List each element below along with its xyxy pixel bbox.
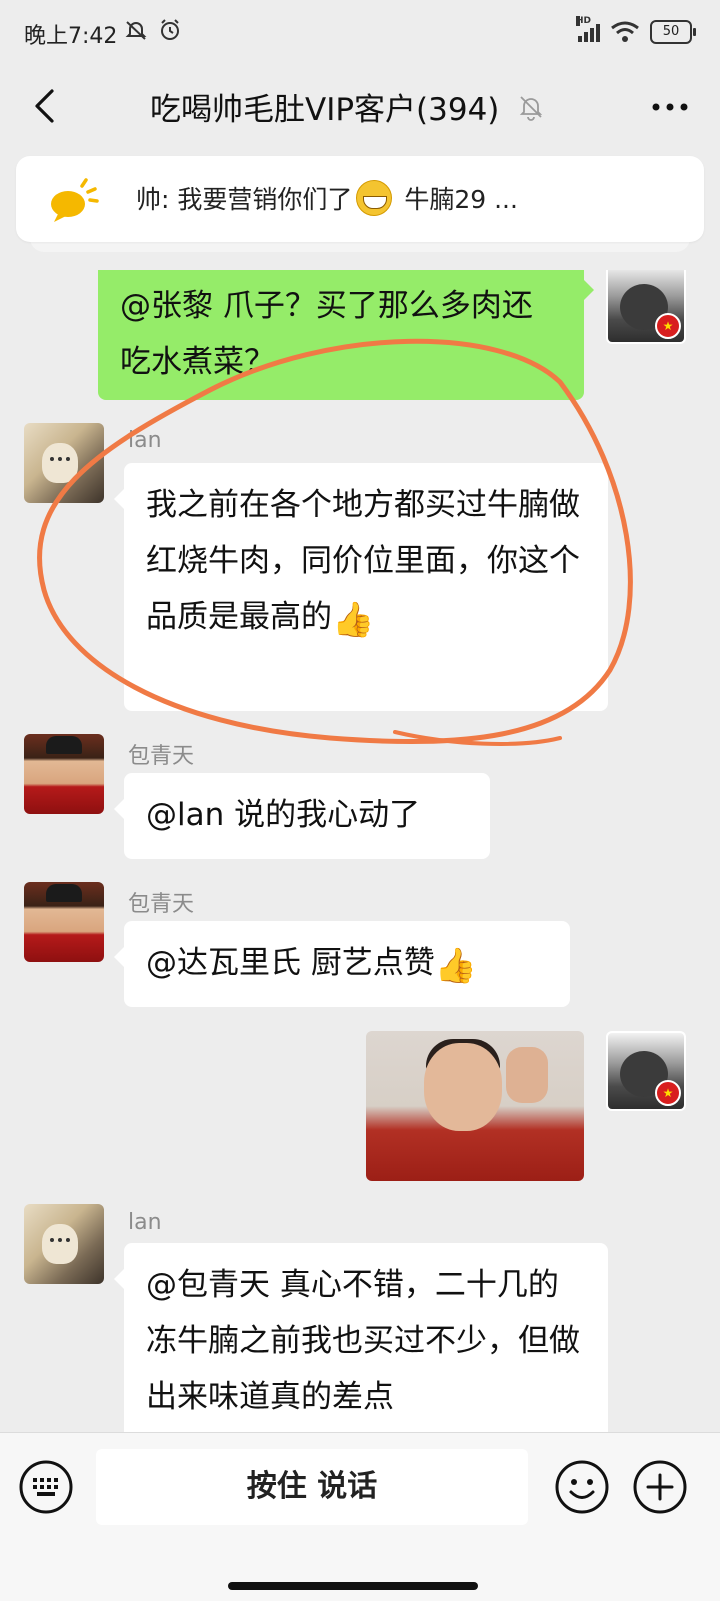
self-avatar[interactable]: ★ — [606, 270, 686, 344]
pinned-notice[interactable]: 帅: 我要营销你们了 牛腩29 ... — [16, 156, 704, 242]
chat-header: 吃喝帅毛肚VIP客户(394) — [0, 64, 720, 150]
incoming-message-bubble[interactable]: 我之前在各个地方都买过牛腩做红烧牛肉，同价位里面，你这个品质是最高的👍 — [114, 463, 608, 711]
thumbs-up-icon: 👍 — [434, 946, 478, 986]
chat-message-list[interactable]: @张黎 爪子？买了那么多肉还吃水煮菜？ ★ lan 我之前在各个地方都买过牛腩做… — [0, 270, 720, 1455]
chat-title: 吃喝帅毛肚VIP客户(394) — [150, 92, 500, 128]
network-label: HD — [576, 16, 592, 26]
avatar-bao-qingtian[interactable] — [24, 882, 104, 962]
mute-bell-icon — [125, 21, 147, 40]
flag-badge-icon: ★ — [655, 313, 681, 339]
avatar-lan[interactable] — [24, 423, 104, 503]
status-notification-icons — [124, 18, 182, 42]
message-text: @达瓦里氏 厨艺点赞 — [146, 945, 435, 981]
outgoing-image-message[interactable] — [366, 1031, 584, 1181]
photo-waving-hand — [506, 1047, 548, 1103]
status-right-icons: HD 50 — [576, 16, 696, 46]
hold-to-talk-button[interactable]: 按住 说话 — [96, 1449, 528, 1525]
notice-text-start: 帅: 我要营销你们了 — [136, 185, 353, 214]
status-bar: 晚上7:42 HD 50 — [0, 0, 720, 64]
status-time: 晚上7:42 — [24, 24, 118, 49]
incoming-message-bubble[interactable]: @包青天 真心不错，二十几的冻牛腩之前我也买过不少，但做出来味道真的差点 — [114, 1243, 608, 1455]
wifi-icon — [611, 21, 639, 42]
grinning-emoji-icon — [356, 180, 393, 216]
message-text: @lan 说的我心动了 — [146, 797, 421, 833]
more-options-icon[interactable] — [650, 92, 690, 122]
sender-name: 包青天 — [128, 744, 195, 769]
avatar-bao-qingtian[interactable] — [24, 734, 104, 814]
message-text: @张黎 爪子？买了那么多肉还吃水煮菜？ — [120, 288, 533, 380]
notice-text: 帅: 我要营销你们了 牛腩29 ... — [136, 180, 518, 216]
sender-name: 包青天 — [128, 892, 195, 917]
chat-title-group: 吃喝帅毛肚VIP客户(394) — [150, 84, 545, 129]
notice-text-end: 牛腩29 ... — [396, 185, 518, 214]
incoming-message-bubble[interactable]: @达瓦里氏 厨艺点赞👍 — [114, 921, 570, 1007]
outgoing-message-bubble[interactable]: @张黎 爪子？买了那么多肉还吃水煮菜？ — [98, 270, 594, 400]
self-avatar[interactable]: ★ — [606, 1031, 686, 1111]
flag-badge-icon: ★ — [655, 1080, 681, 1106]
cell-signal-icon: HD — [576, 16, 600, 42]
emoji-icon[interactable] — [554, 1459, 610, 1515]
sender-name: lan — [128, 1210, 162, 1235]
photo-face — [424, 1043, 502, 1131]
incoming-message-bubble[interactable]: @lan 说的我心动了 — [114, 773, 490, 859]
plus-icon[interactable] — [632, 1459, 688, 1515]
keyboard-icon[interactable] — [18, 1459, 74, 1515]
announcement-icon — [51, 178, 99, 222]
chat-input-bar: 按住 说话 — [0, 1432, 720, 1601]
home-indicator[interactable] — [228, 1582, 478, 1590]
alarm-icon — [161, 19, 180, 40]
sender-name: lan — [128, 428, 162, 453]
message-text: @包青天 真心不错，二十几的冻牛腩之前我也买过不少，但做出来味道真的差点 — [146, 1267, 580, 1415]
thumbs-up-icon: 👍 — [332, 600, 375, 640]
back-arrow-icon[interactable] — [30, 88, 60, 124]
muted-bell-icon — [520, 95, 543, 121]
avatar-lan[interactable] — [24, 1204, 104, 1284]
battery-icon: 50 — [650, 20, 696, 44]
